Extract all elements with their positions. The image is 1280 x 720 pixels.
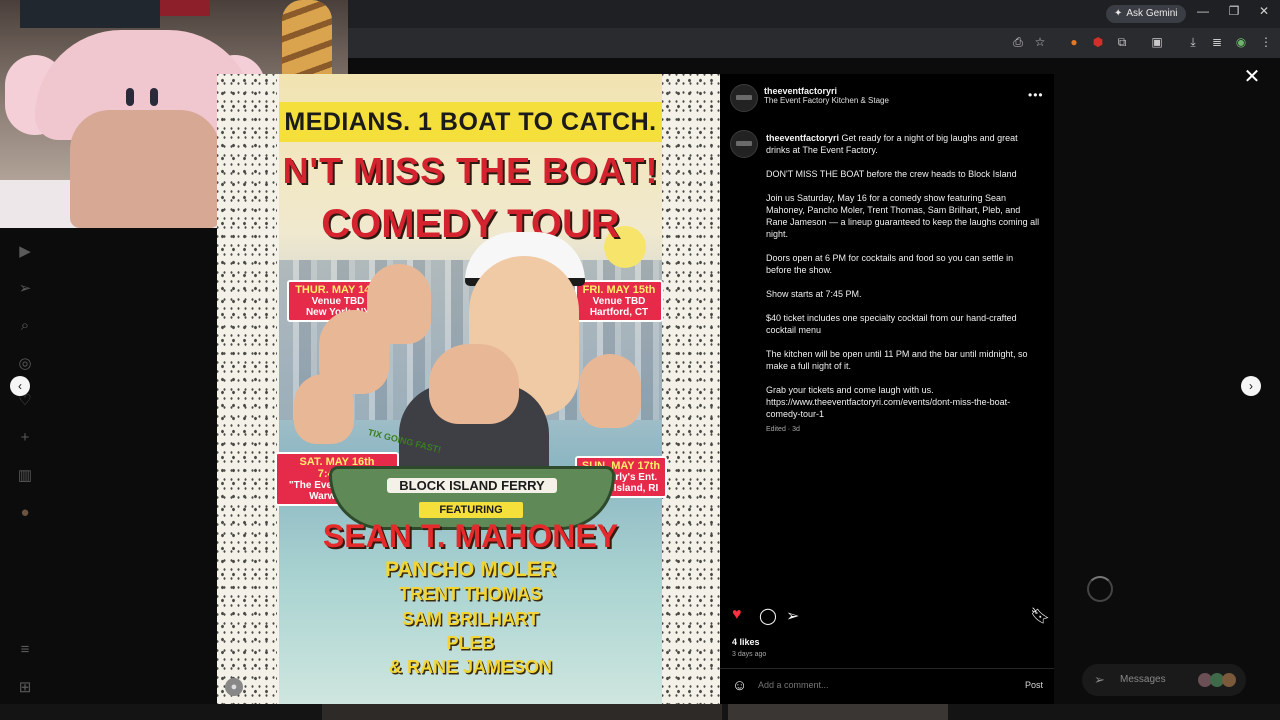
caption-paragraph: The kitchen will be open until 11 PM and… bbox=[766, 349, 1028, 371]
messages-label: Messages bbox=[1120, 674, 1166, 685]
tour-date-venue: Venue TBD bbox=[592, 296, 646, 307]
divider bbox=[720, 668, 1054, 669]
menu-lines-icon[interactable]: ≡ bbox=[14, 639, 36, 661]
supporting-act: TRENT THOMAS bbox=[399, 584, 542, 604]
caption-paragraph: $40 ticket includes one specialty cockta… bbox=[766, 313, 1017, 335]
post-display-name: The Event Factory Kitchen & Stage bbox=[764, 96, 889, 105]
caption-username[interactable]: theeventfactoryri bbox=[766, 133, 839, 143]
share-send-icon[interactable]: ➢ bbox=[786, 606, 799, 626]
ferry-label: BLOCK ISLAND FERRY bbox=[387, 478, 557, 493]
paint-speckle-border bbox=[662, 74, 720, 704]
extension-icon[interactable]: ● bbox=[1066, 35, 1082, 49]
featuring-label: FEATURING bbox=[419, 502, 523, 518]
menu-icon[interactable]: ⋮ bbox=[1258, 35, 1274, 49]
comment-icon[interactable]: ◯ bbox=[759, 606, 777, 626]
bookmark-star-icon[interactable]: ☆ bbox=[1032, 35, 1048, 49]
likes-count[interactable]: 4 likes bbox=[732, 637, 760, 647]
side-panel-icon[interactable]: ▣ bbox=[1149, 35, 1165, 49]
post-timestamp: 3 days ago bbox=[732, 651, 767, 658]
messages-button[interactable]: ➢ Messages bbox=[1082, 664, 1246, 696]
wall-poster bbox=[160, 0, 210, 16]
caption-paragraph: Doors open at 6 PM for cocktails and foo… bbox=[766, 253, 1014, 275]
post-details-panel: theeventfactoryri The Event Factory Kitc… bbox=[720, 74, 1054, 704]
caption-paragraph: Join us Saturday, May 16 for a comedy sh… bbox=[766, 193, 1040, 239]
streamer-face bbox=[70, 110, 220, 228]
restore-icon[interactable]: ❐ bbox=[1224, 4, 1244, 18]
ask-gemini-label: Ask Gemini bbox=[1126, 8, 1178, 19]
feed-thumbnail bbox=[322, 704, 722, 720]
install-app-icon[interactable]: ⎙ bbox=[1010, 35, 1026, 50]
kirby-eye bbox=[150, 88, 158, 106]
gemini-sparkle-icon: ✦ bbox=[1114, 8, 1123, 19]
tour-date-city: Hartford, CT bbox=[589, 307, 649, 318]
poster-comedy-tour: COMEDY TOUR bbox=[321, 202, 620, 246]
profile-icon[interactable]: ◉ bbox=[1233, 35, 1249, 49]
caption-paragraph: Show starts at 7:45 PM. bbox=[766, 289, 862, 299]
paint-speckle-border bbox=[217, 74, 277, 704]
also-from-meta-icon[interactable]: ⊞ bbox=[14, 677, 36, 699]
poster-dont-miss: N'T MISS THE BOAT! bbox=[282, 150, 659, 191]
search-icon[interactable]: ⌕ bbox=[14, 315, 36, 337]
supporting-act: PLEB bbox=[446, 633, 495, 653]
wall-poster bbox=[20, 0, 160, 28]
poster-top-line: MEDIANS. 1 BOAT TO CATCH. bbox=[284, 108, 657, 136]
create-plus-icon[interactable]: + bbox=[14, 427, 36, 449]
account-avatar[interactable] bbox=[730, 84, 758, 112]
caption-paragraph: Grab your tickets and come laugh with us… bbox=[766, 385, 934, 395]
extensions-puzzle-icon[interactable]: ⧉ bbox=[1114, 35, 1130, 50]
previous-post-arrow-icon[interactable]: ‹ bbox=[10, 376, 30, 396]
caption-link[interactable]: https://www.theeventfactoryri.com/events… bbox=[766, 396, 1040, 420]
headliner-name: SEAN T. MAHONEY bbox=[322, 518, 619, 554]
like-heart-icon[interactable]: ♥ bbox=[732, 606, 742, 624]
explore-compass-icon[interactable]: ◎ bbox=[14, 353, 36, 375]
messages-send-icon: ➢ bbox=[1094, 672, 1105, 687]
more-options-icon[interactable]: ••• bbox=[1028, 88, 1044, 102]
caption-paragraph: DON'T MISS THE BOAT before the crew head… bbox=[766, 169, 1017, 179]
post-image: MEDIANS. 1 BOAT TO CATCH. N'T MISS THE B… bbox=[217, 74, 720, 704]
kirby-eye bbox=[126, 88, 134, 106]
close-modal-icon[interactable]: ✕ bbox=[1242, 64, 1262, 89]
post-comment-button[interactable]: Post bbox=[1025, 680, 1043, 690]
tour-date-card: FRI. MAY 15th Venue TBD Hartford, CT bbox=[575, 280, 663, 322]
save-bookmark-icon[interactable]: 🔖︎ bbox=[1030, 606, 1050, 626]
extension-icon[interactable]: ⬢ bbox=[1090, 35, 1106, 49]
post-username[interactable]: theeventfactoryri bbox=[764, 86, 889, 96]
reels-icon[interactable]: ▶ bbox=[14, 241, 36, 263]
direct-send-icon[interactable]: ➢ bbox=[14, 278, 36, 300]
message-avatar bbox=[1222, 673, 1236, 687]
supporting-act: PANCHO MOLER bbox=[384, 558, 557, 581]
minimize-icon[interactable]: — bbox=[1193, 4, 1213, 18]
tagged-users-icon[interactable]: ● bbox=[225, 678, 243, 696]
comedian-illustration bbox=[579, 354, 641, 428]
post-header: theeventfactoryri The Event Factory Kitc… bbox=[764, 86, 889, 105]
comment-input[interactable] bbox=[758, 680, 998, 690]
post-caption: theeventfactoryri Get ready for a night … bbox=[766, 132, 1040, 436]
edited-timestamp: Edited · 3d bbox=[766, 426, 800, 433]
next-post-arrow-icon[interactable]: › bbox=[1241, 376, 1261, 396]
feed-thumbnail bbox=[728, 704, 948, 720]
close-icon[interactable]: ✕ bbox=[1254, 4, 1274, 18]
caption-avatar[interactable] bbox=[730, 130, 758, 158]
loading-spinner bbox=[1087, 576, 1113, 602]
poster-artwork: MEDIANS. 1 BOAT TO CATCH. N'T MISS THE B… bbox=[275, 74, 667, 704]
comedian-illustration bbox=[294, 374, 354, 444]
profile-avatar-icon[interactable]: ● bbox=[14, 502, 36, 524]
tour-date-day: FRI. MAY 15th bbox=[582, 284, 656, 296]
comedian-illustration bbox=[367, 264, 431, 344]
emoji-icon[interactable]: ☺ bbox=[732, 677, 747, 694]
post-actions: ♥ ◯ ➢ 🔖︎ bbox=[720, 606, 1054, 630]
supporting-act: SAM BRILHART bbox=[402, 609, 539, 629]
comedian-illustration bbox=[429, 344, 519, 424]
media-controls-icon[interactable]: ≣ bbox=[1209, 35, 1225, 49]
comment-bar: ☺ Post bbox=[720, 670, 1054, 704]
supporting-act: & RANE JAMESON bbox=[388, 657, 553, 677]
ask-gemini-button[interactable]: ✦ Ask Gemini bbox=[1106, 5, 1186, 23]
download-icon[interactable]: ⤓ bbox=[1185, 35, 1201, 50]
dashboard-icon[interactable]: ▥ bbox=[14, 465, 36, 487]
